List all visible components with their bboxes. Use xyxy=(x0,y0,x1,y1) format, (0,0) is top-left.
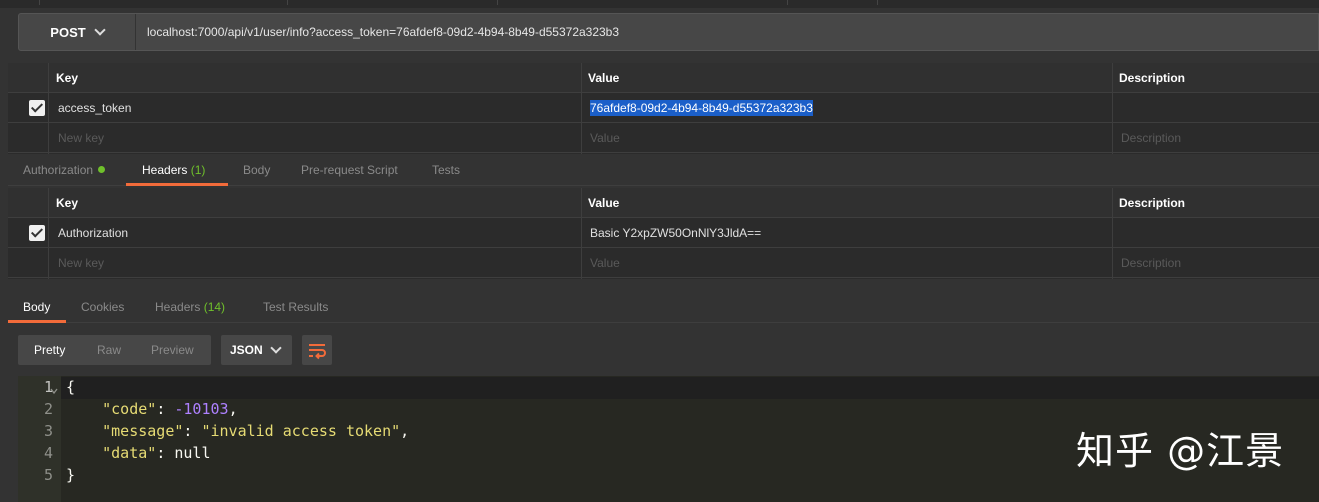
code-line: } xyxy=(66,466,75,484)
format-select[interactable]: JSON xyxy=(221,335,292,365)
request-tabs: Authorization Headers (1) Body Pre-reque… xyxy=(8,154,1319,186)
headers-value-header: Value xyxy=(588,196,620,210)
method-label: POST xyxy=(50,24,86,40)
new-key-input[interactable]: New key xyxy=(58,123,104,153)
new-value-input[interactable]: Value xyxy=(590,248,620,278)
tab-response-headers[interactable]: Headers (14) xyxy=(155,291,225,323)
headers-header-row: Key Value Description xyxy=(8,188,1319,218)
params-description-header: Description xyxy=(1119,71,1186,85)
view-pretty-button[interactable]: Pretty xyxy=(34,335,65,365)
brace-open: { xyxy=(66,378,76,396)
json-key: "code" xyxy=(102,400,157,418)
line-number: 2 xyxy=(43,400,53,418)
line-number: 5 xyxy=(43,466,53,484)
line-number: 1 xyxy=(43,378,53,396)
params-table: Key Value Description access_token 76afd… xyxy=(8,63,1319,154)
header-key[interactable]: Authorization xyxy=(58,218,128,248)
new-description-input[interactable]: Description xyxy=(1121,123,1181,153)
view-raw-button[interactable]: Raw xyxy=(97,335,121,365)
format-label: JSON xyxy=(230,343,263,357)
json-key: "data" xyxy=(102,444,157,462)
tab-headers-count: (1) xyxy=(190,163,206,177)
method-select[interactable]: POST xyxy=(19,14,136,50)
tab-headers-label: Headers xyxy=(142,163,188,177)
top-tab-strip xyxy=(0,0,1319,8)
param-key[interactable]: access_token xyxy=(58,93,131,123)
view-preview-button[interactable]: Preview xyxy=(151,335,194,365)
row-checkbox[interactable] xyxy=(29,100,45,116)
params-key-header: Key xyxy=(56,71,79,85)
tab-response-body[interactable]: Body xyxy=(8,291,66,323)
tab-test-results[interactable]: Test Results xyxy=(263,291,328,323)
tab-cookies[interactable]: Cookies xyxy=(81,291,124,323)
response-tabs: Body Cookies Headers (14) Test Results xyxy=(8,291,1319,323)
tab-response-headers-count: (14) xyxy=(203,300,226,314)
tab-body[interactable]: Body xyxy=(243,154,270,186)
watermark: 知乎 @江景 xyxy=(1076,429,1285,473)
json-number: -10103 xyxy=(174,400,229,418)
tab-tests[interactable]: Tests xyxy=(432,154,460,186)
line-number: 4 xyxy=(43,444,53,462)
header-value[interactable]: Basic Y2xpZW50OnNlY3JldA== xyxy=(590,218,761,248)
tab-authorization[interactable]: Authorization xyxy=(23,154,106,186)
new-param-row: New key Value Description xyxy=(8,123,1319,153)
active-tab-underline xyxy=(126,183,228,186)
new-header-row: New key Value Description xyxy=(8,248,1319,278)
status-dot-icon xyxy=(98,166,106,173)
table-row: Authorization Basic Y2xpZW50OnNlY3JldA== xyxy=(8,218,1319,248)
wrap-lines-icon xyxy=(309,344,326,360)
code-line: "message": "invalid access token", xyxy=(102,422,410,440)
json-null: null xyxy=(174,444,211,462)
tab-authorization-label: Authorization xyxy=(23,163,94,177)
row-checkbox[interactable] xyxy=(29,225,45,241)
view-mode-group: Pretty Raw Preview xyxy=(18,335,211,365)
request-url-bar: POST localhost:7000/api/v1/user/info?acc… xyxy=(18,13,1319,51)
active-tab-underline xyxy=(8,320,66,323)
table-row: access_token 76afdef8-09d2-4b94-8b49-d55… xyxy=(8,93,1319,123)
new-value-input[interactable]: Value xyxy=(590,123,620,153)
line-gutter: 1 2 3 4 5 xyxy=(18,376,61,502)
code-line: "code": -10103, xyxy=(102,400,238,418)
tab-response-headers-label: Headers xyxy=(155,300,201,314)
new-key-input[interactable]: New key xyxy=(58,248,104,278)
tab-headers[interactable]: Headers (1) xyxy=(126,154,228,186)
headers-description-header: Description xyxy=(1119,196,1186,210)
json-string: "invalid access token" xyxy=(201,422,401,440)
json-key: "message" xyxy=(102,422,184,440)
chevron-down-icon xyxy=(270,342,282,354)
tab-pre-request-script[interactable]: Pre-request Script xyxy=(301,154,398,186)
wrap-lines-button[interactable] xyxy=(302,335,332,365)
active-line-highlight xyxy=(61,377,1319,399)
tab-response-body-label: Body xyxy=(23,300,51,314)
param-value[interactable]: 76afdef8-09d2-4b94-8b49-d55372a323b3 xyxy=(590,100,813,116)
code-line: { xyxy=(66,378,75,396)
params-value-header: Value xyxy=(588,71,620,85)
params-header-row: Key Value Description xyxy=(8,63,1319,93)
headers-key-header: Key xyxy=(56,196,79,210)
headers-table: Key Value Description Authorization Basi… xyxy=(8,188,1319,279)
url-input[interactable]: localhost:7000/api/v1/user/info?access_t… xyxy=(147,14,619,50)
chevron-down-icon xyxy=(94,23,106,36)
code-line: "data": null xyxy=(102,444,211,462)
line-number: 3 xyxy=(43,422,53,440)
fold-arrow-icon[interactable] xyxy=(50,384,58,395)
new-description-input[interactable]: Description xyxy=(1121,248,1181,278)
brace-close: } xyxy=(66,466,76,484)
